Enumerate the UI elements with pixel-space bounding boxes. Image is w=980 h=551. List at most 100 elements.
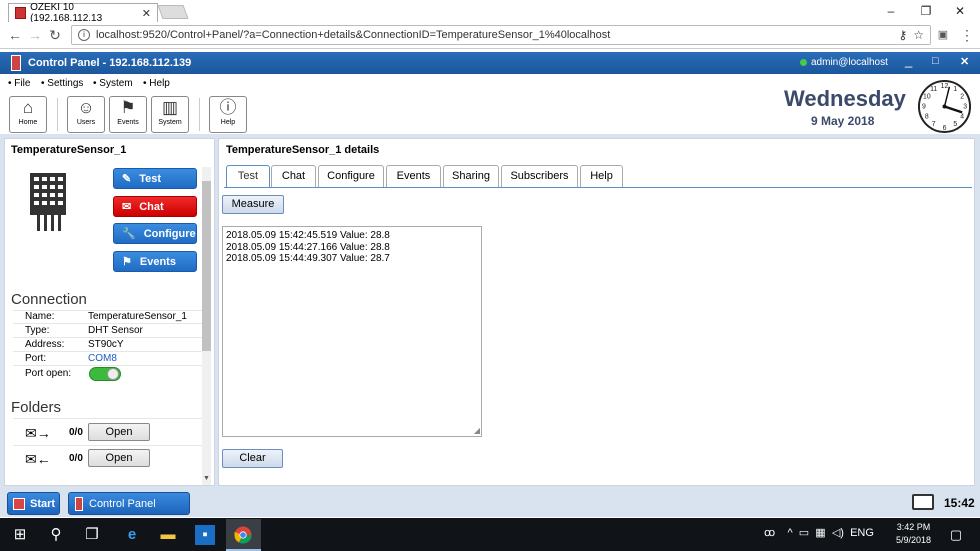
toolbar-divider xyxy=(199,98,200,131)
start-button[interactable]: Start xyxy=(7,492,60,515)
close-icon[interactable]: ✕ xyxy=(142,7,151,20)
menu-file[interactable]: • File xyxy=(8,78,30,89)
port-open-toggle[interactable] xyxy=(89,367,121,381)
close-window-icon[interactable]: ✕ xyxy=(945,2,975,20)
port-value[interactable]: COM8 xyxy=(88,353,117,364)
url-text: localhost:9520/Control+Panel/?a=Connecti… xyxy=(96,29,611,41)
minimize-icon[interactable]: – xyxy=(876,2,906,20)
name-label: Name: xyxy=(25,311,55,322)
events-button[interactable]: ⚑ Events xyxy=(113,251,197,272)
inbox-count: 0/0 xyxy=(69,453,83,464)
toolbar-help-button[interactable]: ⓘ Help xyxy=(209,96,247,133)
volume-icon[interactable]: ◁) xyxy=(832,527,844,539)
toolbar-home-button[interactable]: ⌂ Home xyxy=(9,96,47,133)
chrome-icon xyxy=(234,526,252,544)
reload-icon[interactable]: ↻ xyxy=(46,26,64,44)
toolbar-divider xyxy=(57,98,58,131)
current-date: 9 May 2018 xyxy=(811,114,875,128)
browser-tab-title: OZEKI 10 (192.168.112.13 xyxy=(30,2,103,24)
wrench-icon: 🔧 xyxy=(122,228,136,240)
app-close-icon[interactable]: ✕ xyxy=(960,55,969,68)
restore-icon[interactable]: ❐ xyxy=(911,2,941,20)
toolbar-events-button[interactable]: ⚑ Events xyxy=(109,96,147,133)
measurement-log[interactable]: 2018.05.09 15:42:45.519 Value: 28.8 2018… xyxy=(222,226,482,437)
notifications-icon[interactable]: ▢ xyxy=(946,525,966,545)
store-icon[interactable]: ▪ xyxy=(195,525,215,545)
configure-button[interactable]: 🔧 Configure xyxy=(113,223,197,244)
network-icon[interactable]: ▭ xyxy=(799,527,809,539)
tab-subscribers[interactable]: Subscribers xyxy=(501,165,578,188)
left-scrollbar[interactable]: ▼ xyxy=(202,167,211,485)
ozeki-start-icon xyxy=(13,497,25,510)
system-tray: ꝏ ^ ▭ ▦ ◁) ENG xyxy=(764,526,874,539)
address-value: ST90cY xyxy=(88,339,124,350)
people-icon[interactable]: ꝏ xyxy=(764,527,775,539)
key-icon[interactable]: ⚷ xyxy=(898,28,907,42)
measure-button[interactable]: Measure xyxy=(222,195,284,214)
home-icon: ⌂ xyxy=(22,98,34,117)
log-line: 2018.05.09 15:44:27.166 Value: 28.8 xyxy=(226,241,390,253)
chat-icon: ✉ xyxy=(122,201,132,213)
port-label: Port: xyxy=(25,353,47,364)
connection-heading: Connection xyxy=(11,291,87,308)
menu-dots-icon[interactable]: ⋮ xyxy=(958,26,976,44)
user-name[interactable]: admin@localhost xyxy=(811,57,888,68)
control-panel-task-button[interactable]: Control Panel xyxy=(68,492,190,515)
language-indicator[interactable]: ENG xyxy=(850,527,874,539)
forward-arrow-icon[interactable]: → xyxy=(26,26,44,44)
app-header: Control Panel - 192.168.112.139 admin@lo… xyxy=(0,52,980,74)
chevron-up-icon[interactable]: ^ xyxy=(787,527,792,539)
chat-button[interactable]: ✉ Chat xyxy=(113,196,197,217)
address-input[interactable]: i localhost:9520/Control+Panel/?a=Connec… xyxy=(71,25,931,45)
app-minimize-icon[interactable]: _ xyxy=(905,53,912,68)
svg-text:11: 11 xyxy=(930,86,937,93)
chrome-taskbar-button[interactable] xyxy=(226,519,261,551)
windows-start-icon[interactable]: ⊞ xyxy=(10,525,30,545)
divider xyxy=(13,365,203,366)
tab-configure[interactable]: Configure xyxy=(318,165,384,188)
inbox-icon: ✉← xyxy=(25,451,51,467)
info-icon[interactable]: i xyxy=(78,29,90,41)
file-explorer-icon[interactable]: ▬ xyxy=(158,525,178,545)
svg-text:8: 8 xyxy=(925,113,929,120)
open-inbox-button[interactable]: Open xyxy=(88,449,150,467)
open-outbox-button[interactable]: Open xyxy=(88,423,150,441)
log-line: 2018.05.09 15:42:45.519 Value: 28.8 xyxy=(226,230,390,241)
search-icon[interactable]: ⚲ xyxy=(46,525,66,545)
edge-icon[interactable]: e xyxy=(122,525,142,545)
ozeki-logo-icon xyxy=(11,55,21,71)
tab-sharing[interactable]: Sharing xyxy=(443,165,499,188)
menu-settings[interactable]: • Settings xyxy=(41,78,83,89)
svg-text:6: 6 xyxy=(943,125,947,132)
tab-events[interactable]: Events xyxy=(386,165,441,188)
tab-chat[interactable]: Chat xyxy=(271,165,316,188)
test-button[interactable]: ✎ Test xyxy=(113,168,197,189)
keyboard-icon[interactable] xyxy=(912,494,934,510)
clear-button[interactable]: Clear xyxy=(222,449,283,468)
star-icon[interactable]: ☆ xyxy=(913,28,924,42)
app-clock: 15:42 xyxy=(944,496,975,510)
tab-test[interactable]: Test xyxy=(226,165,270,188)
taskbar-clock[interactable]: 3:42 PM 5/9/2018 xyxy=(896,521,931,547)
menu-system[interactable]: • System xyxy=(93,78,133,89)
app-maximize-icon[interactable]: □ xyxy=(932,55,939,67)
resize-grip-icon[interactable]: ◢ xyxy=(474,425,480,437)
help-icon: ⓘ xyxy=(219,98,237,117)
tab-help[interactable]: Help xyxy=(580,165,623,188)
back-arrow-icon[interactable]: ← xyxy=(6,26,24,44)
menu-help[interactable]: • Help xyxy=(143,78,170,89)
analog-clock-icon: 12 12 345 678 91011 xyxy=(917,79,972,134)
test-icon: ✎ xyxy=(122,173,132,185)
address-bar-row: ← → ↻ i localhost:9520/Control+Panel/?a=… xyxy=(0,22,980,49)
scroll-down-icon[interactable]: ▼ xyxy=(203,475,210,482)
toolbar-system-button[interactable]: ▥ System xyxy=(151,96,189,133)
ozeki-tray-icon[interactable]: ▦ xyxy=(815,527,825,539)
svg-text:4: 4 xyxy=(960,113,964,120)
svg-text:1: 1 xyxy=(953,86,957,93)
extension-icon[interactable]: ▣ xyxy=(934,26,952,44)
toolbar-users-button[interactable]: ☺ Users xyxy=(67,96,105,133)
browser-tab[interactable]: OZEKI 10 (192.168.112.13 ✕ xyxy=(8,2,158,24)
svg-text:9: 9 xyxy=(922,103,926,110)
task-view-icon[interactable]: ❐ xyxy=(82,525,102,545)
new-tab-button[interactable] xyxy=(157,5,189,19)
